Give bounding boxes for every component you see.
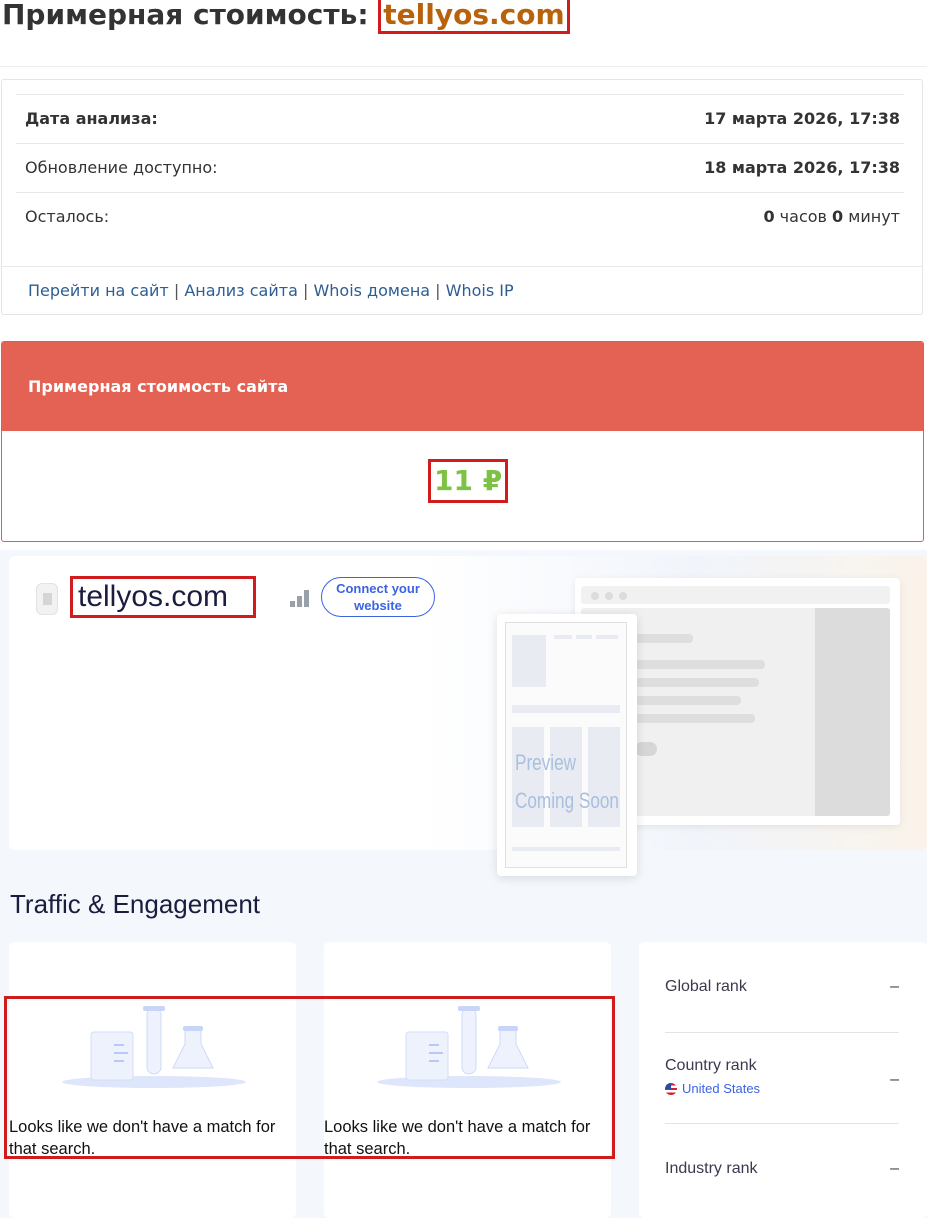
links-divider <box>1 266 923 267</box>
estimated-value-heading: Примерная стоимость сайта <box>28 377 289 396</box>
rank-divider <box>665 1032 899 1033</box>
us-flag-icon <box>665 1083 677 1095</box>
link-separator: | <box>430 281 446 300</box>
info-row-analysis-date: Дата анализа: 17 марта 2026, 17:38 <box>16 94 904 143</box>
info-value: 18 марта 2026, 17:38 <box>704 158 900 177</box>
industry-rank-value: – <box>890 1160 899 1177</box>
signal-bars-icon <box>290 590 310 607</box>
info-label: Осталось: <box>25 207 110 226</box>
country-name: United States <box>682 1081 761 1096</box>
link-whois-ip[interactable]: Whois IP <box>446 281 514 300</box>
page-title-prefix: Примерная стоимость: <box>2 0 379 31</box>
industry-rank-row: Industry rank – <box>665 1160 899 1178</box>
rank-divider <box>665 1123 899 1124</box>
industry-rank-label: Industry rank <box>665 1160 758 1177</box>
country-selector[interactable]: United States <box>665 1080 899 1098</box>
rank-card: Global rank – Country rank – United Stat… <box>639 942 927 1218</box>
global-rank-value: – <box>890 978 899 995</box>
preview-line-1: Preview <box>515 750 577 775</box>
link-site-analysis[interactable]: Анализ сайта <box>184 281 298 300</box>
estimated-value-amount: 11 ₽ <box>428 459 509 503</box>
mobile-preview-mockup: Preview Coming Soon <box>497 614 637 876</box>
country-rank-value: – <box>890 1071 899 1088</box>
preview-line-2: Coming Soon <box>515 788 619 813</box>
connect-website-button[interactable]: Connect your website <box>321 577 435 617</box>
global-rank-label: Global rank <box>665 978 747 995</box>
link-separator: | <box>297 281 314 300</box>
traffic-engagement-title: Traffic & Engagement <box>10 889 261 919</box>
site-links: Перейти на сайт | Анализ сайта | Whois д… <box>28 281 514 300</box>
hours-unit: часов <box>774 207 833 226</box>
country-rank-row: Country rank – United States <box>665 1057 899 1098</box>
link-go-to-site[interactable]: Перейти на сайт <box>28 281 169 300</box>
estimated-value-card: Примерная стоимость сайта 11 ₽ <box>1 341 924 542</box>
hours-value: 0 <box>763 207 775 226</box>
link-whois-domain[interactable]: Whois домена <box>313 281 430 300</box>
minutes-unit: минут <box>843 207 900 226</box>
site-favicon-icon <box>36 583 58 615</box>
info-value: 17 марта 2026, 17:38 <box>704 109 900 128</box>
info-value-remaining: 0 часов 0 минут <box>763 207 900 226</box>
info-row-remaining: Осталось: 0 часов 0 минут <box>16 192 904 241</box>
info-label: Дата анализа: <box>25 109 158 128</box>
info-row-update-available: Обновление доступно: 18 марта 2026, 17:3… <box>16 143 904 192</box>
divider <box>0 66 927 67</box>
highlight-box <box>4 996 615 1159</box>
country-rank-label: Country rank <box>665 1057 757 1074</box>
page-title-domain: tellyos.com <box>378 0 570 34</box>
link-separator: | <box>168 281 185 300</box>
widget-domain: tellyos.com <box>70 576 256 618</box>
preview-coming-soon: Preview Coming Soon <box>515 744 619 820</box>
global-rank-row: Global rank – <box>665 978 899 996</box>
info-label: Обновление доступно: <box>25 158 218 177</box>
estimated-value-header: Примерная стоимость сайта <box>2 342 923 431</box>
page-title: Примерная стоимость: tellyos.com <box>2 0 570 34</box>
minutes-value: 0 <box>832 207 844 226</box>
